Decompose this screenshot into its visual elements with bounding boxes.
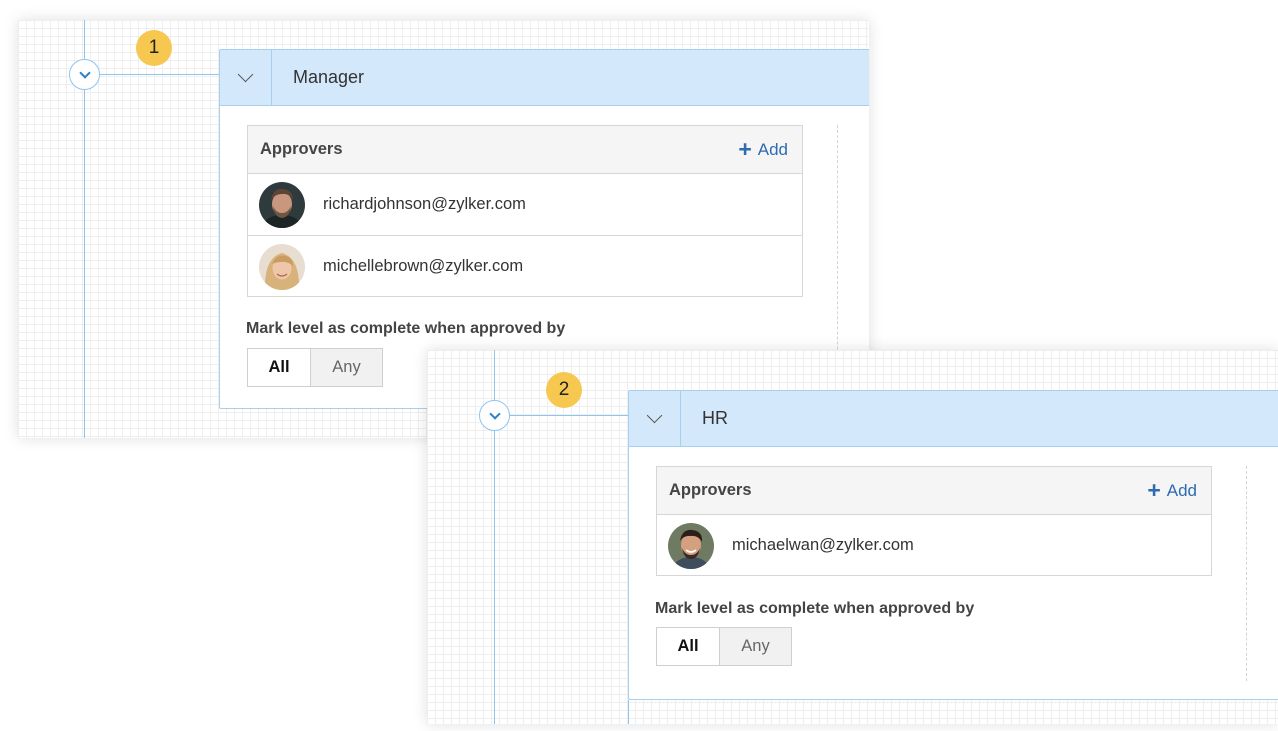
option-any-button[interactable]: Any: [720, 627, 792, 666]
avatar: [259, 181, 305, 228]
divider: [1246, 466, 1247, 681]
approver-row: michellebrown@zylker.com: [248, 236, 802, 297]
level-number-badge: 2: [546, 372, 582, 408]
level-number-badge: 1: [136, 30, 172, 66]
completion-rule-toggle: All Any: [247, 348, 383, 387]
add-approver-button[interactable]: + Add: [738, 138, 788, 161]
plus-icon: +: [738, 136, 752, 162]
approvers-header: Approvers + Add: [657, 467, 1211, 515]
option-all-button[interactable]: All: [247, 348, 311, 387]
option-all-button[interactable]: All: [656, 627, 720, 666]
approver-email: michellebrown@zylker.com: [323, 257, 524, 275]
approvers-table: Approvers + Add richardjohnson@zylker.co…: [247, 125, 803, 297]
option-any-button[interactable]: Any: [311, 348, 383, 387]
level-card-header: Manager: [220, 50, 869, 106]
approver-email: michaelwan@zylker.com: [732, 536, 914, 554]
plus-icon: +: [1147, 477, 1161, 503]
completion-rule-label: Mark level as complete when approved by: [655, 600, 975, 617]
level-card: HR Approvers + Add michaelwan@zylker.com…: [628, 390, 1278, 700]
avatar: [668, 522, 714, 569]
add-approver-button[interactable]: + Add: [1147, 479, 1197, 502]
flow-branch-line: [510, 415, 630, 416]
completion-rule-label: Mark level as complete when approved by: [246, 320, 566, 337]
collapse-chevron-icon[interactable]: [629, 391, 681, 446]
approver-row: michaelwan@zylker.com: [657, 515, 1211, 576]
completion-rule-toggle: All Any: [656, 627, 792, 666]
collapse-chevron-icon[interactable]: [220, 50, 272, 105]
expand-chevron-icon[interactable]: [479, 400, 510, 431]
avatar: [259, 243, 305, 290]
approver-row: richardjohnson@zylker.com: [248, 174, 802, 236]
expand-chevron-icon[interactable]: [69, 59, 100, 90]
approvers-label: Approvers: [260, 140, 343, 158]
approvers-header: Approvers + Add: [248, 126, 802, 174]
level-title: Manager: [293, 67, 365, 87]
add-label: Add: [1166, 480, 1197, 500]
add-label: Add: [757, 139, 788, 159]
flow-connector-line: [628, 700, 629, 724]
level-card-header: HR: [629, 391, 1278, 447]
flow-branch-line: [100, 74, 220, 75]
approvers-table: Approvers + Add michaelwan@zylker.com: [656, 466, 1212, 576]
approver-email: richardjohnson@zylker.com: [323, 195, 526, 213]
approval-level-2-panel: 2 HR Approvers + Add michaelwan@zylker.c…: [427, 350, 1278, 724]
level-title: HR: [702, 408, 728, 428]
approvers-label: Approvers: [669, 481, 752, 499]
